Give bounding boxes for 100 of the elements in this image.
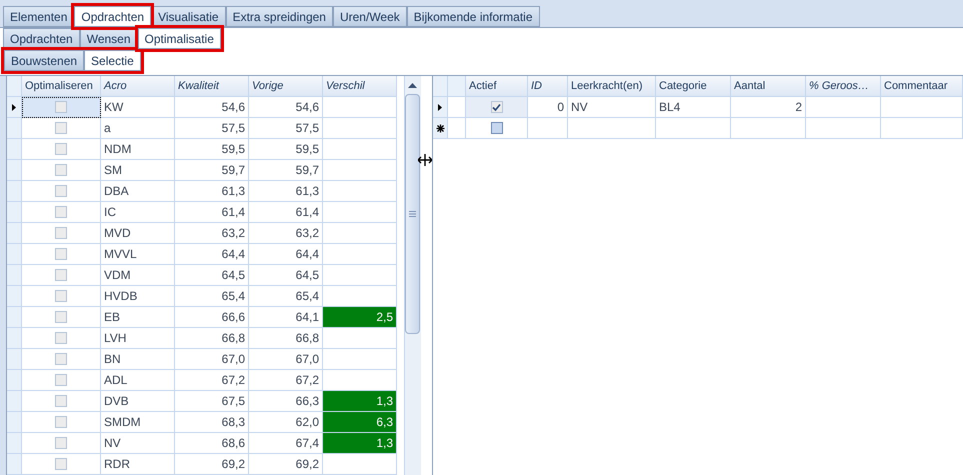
table-cell: 0	[528, 97, 568, 118]
checkbox[interactable]	[55, 269, 67, 281]
table-cell: BN	[101, 349, 175, 370]
tab[interactable]: Bijkomende informatie	[406, 6, 540, 27]
table-cell: LVH	[101, 328, 175, 349]
table-cell: 59,7	[249, 160, 323, 181]
tab[interactable]: Extra spreidingen	[226, 6, 333, 27]
table-cell: 65,4	[249, 286, 323, 307]
row-pointer-icon	[438, 104, 442, 110]
header-corner	[7, 76, 22, 97]
table-cell: 2,5	[323, 307, 397, 328]
column-header[interactable]: Leerkracht(en)	[568, 76, 656, 97]
checkbox[interactable]	[490, 101, 502, 113]
checkbox[interactable]	[55, 458, 67, 470]
table-cell: MVD	[101, 223, 175, 244]
row-pointer-icon	[12, 104, 16, 110]
checkbox[interactable]	[55, 185, 67, 197]
tab[interactable]: Optimalisatie	[138, 28, 221, 49]
table-cell: SM	[101, 160, 175, 181]
tab[interactable]: Selectie	[84, 50, 141, 71]
table-cell: 65,4	[175, 286, 249, 307]
table-cell: 68,6	[175, 433, 249, 454]
table-cell: HVDB	[101, 286, 175, 307]
table-cell: RDR	[101, 454, 175, 475]
table-cell: 1,3	[323, 433, 397, 454]
table-cell: 57,5	[175, 118, 249, 139]
table-cell: 63,2	[175, 223, 249, 244]
table-cell: 64,5	[175, 265, 249, 286]
column-header[interactable]: Optimaliseren	[22, 76, 101, 97]
table-cell: SMDM	[101, 412, 175, 433]
checkbox[interactable]	[55, 206, 67, 218]
table-cell: ADL	[101, 370, 175, 391]
table-cell: 61,4	[175, 202, 249, 223]
table-cell: 67,0	[249, 349, 323, 370]
checkbox[interactable]	[55, 227, 67, 239]
checkbox[interactable]	[55, 290, 67, 302]
row-header[interactable]	[7, 97, 22, 118]
new-row-icon	[436, 124, 444, 132]
table-cell: 68,3	[175, 412, 249, 433]
table-cell: 57,5	[249, 118, 323, 139]
checkbox[interactable]	[55, 332, 67, 344]
column-header[interactable]: Actief	[466, 76, 528, 97]
table-cell: DBA	[101, 181, 175, 202]
table-cell: MVVL	[101, 244, 175, 265]
table-cell: 2	[731, 97, 806, 118]
table-cell: 64,4	[249, 244, 323, 265]
table-cell: EB	[101, 307, 175, 328]
table-cell: 63,2	[249, 223, 323, 244]
table-cell: 67,0	[175, 349, 249, 370]
table-cell: NDM	[101, 139, 175, 160]
table-cell: 67,5	[175, 391, 249, 412]
checkbox[interactable]	[55, 437, 67, 449]
table-cell: 61,3	[249, 181, 323, 202]
scroll-up-icon[interactable]	[408, 83, 418, 88]
tab[interactable]: Uren/Week	[332, 6, 407, 27]
column-header[interactable]: Acro	[101, 76, 175, 97]
column-header[interactable]: Kwaliteit	[175, 76, 249, 97]
table-cell: 59,5	[175, 139, 249, 160]
table-cell: VDM	[101, 265, 175, 286]
column-header[interactable]: Categorie	[656, 76, 731, 97]
table-cell: NV	[568, 97, 656, 118]
checkbox[interactable]	[55, 311, 67, 323]
row-header[interactable]	[433, 118, 448, 139]
column-header[interactable]: Aantal	[731, 76, 806, 97]
table-cell: 61,3	[175, 181, 249, 202]
checkbox[interactable]	[55, 248, 67, 260]
column-header[interactable]: Commentaar	[881, 76, 963, 97]
table-cell: 66,8	[249, 328, 323, 349]
checkbox[interactable]	[55, 164, 67, 176]
column-header[interactable]: Vorige	[249, 76, 323, 97]
table-cell: NV	[101, 433, 175, 454]
column-header[interactable]: Verschil	[323, 76, 397, 97]
header-corner	[448, 76, 466, 97]
table-cell: a	[101, 118, 175, 139]
scrollbar[interactable]	[404, 76, 421, 475]
checkbox[interactable]	[55, 374, 67, 386]
checkbox[interactable]	[55, 143, 67, 155]
checkbox[interactable]	[55, 416, 67, 428]
resize-cursor-icon	[418, 154, 432, 166]
table-cell: 69,2	[175, 454, 249, 475]
checkbox[interactable]	[55, 101, 67, 113]
tab[interactable]: Bouwstenen	[4, 50, 84, 71]
table-cell: BL4	[656, 97, 731, 118]
row-header[interactable]	[433, 97, 448, 118]
column-header[interactable]: ID	[528, 76, 568, 97]
table-cell: 67,2	[249, 370, 323, 391]
table-cell: 66,6	[175, 307, 249, 328]
tab[interactable]: Opdrachten	[74, 6, 152, 27]
checkbox[interactable]	[55, 122, 67, 134]
scroll-thumb[interactable]	[405, 94, 420, 334]
header-corner	[433, 76, 448, 97]
table-cell: 1,3	[323, 391, 397, 412]
table-cell: DVB	[101, 391, 175, 412]
checkbox[interactable]	[55, 395, 67, 407]
table-cell: KW	[101, 97, 175, 118]
checkbox[interactable]	[490, 122, 502, 134]
checkbox[interactable]	[55, 353, 67, 365]
table-cell: 59,5	[249, 139, 323, 160]
column-header[interactable]: % Geroos…	[806, 76, 881, 97]
table-cell: 64,5	[249, 265, 323, 286]
